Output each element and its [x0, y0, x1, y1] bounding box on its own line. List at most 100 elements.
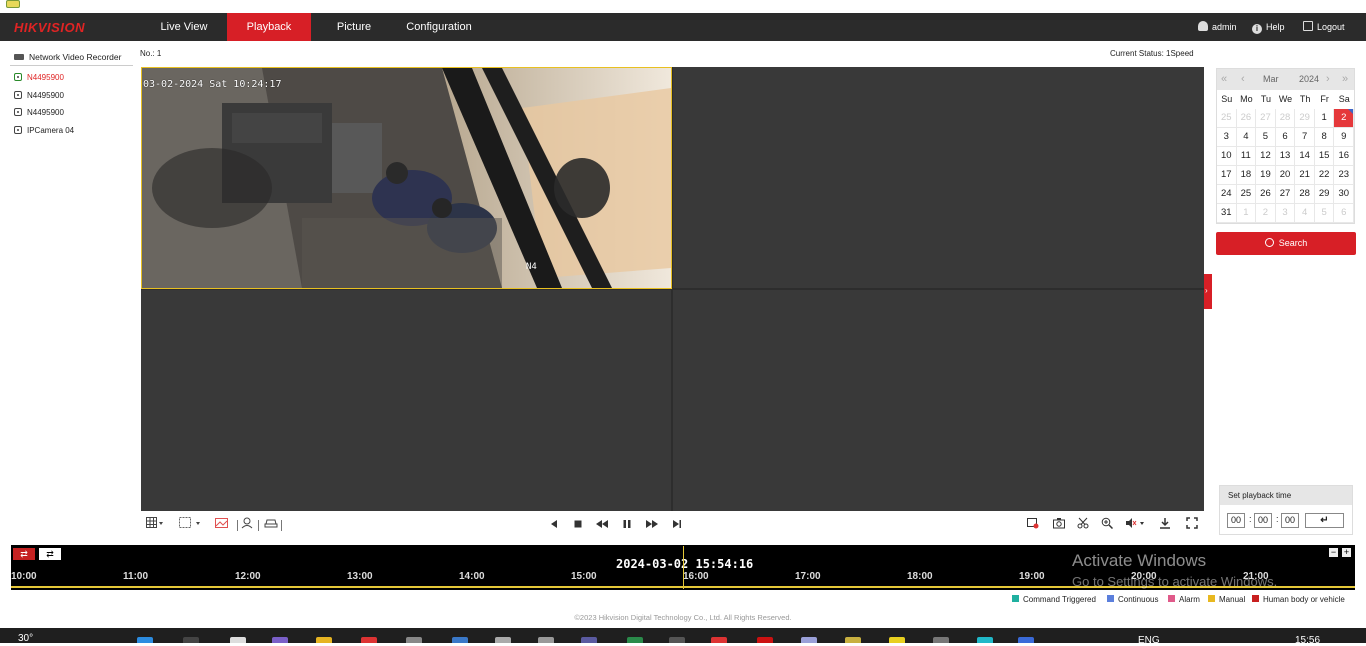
capture-button[interactable]: [1053, 513, 1065, 538]
timeline-cursor[interactable]: [683, 546, 684, 589]
calendar-day[interactable]: 5: [1256, 128, 1276, 147]
zoom-out-icon[interactable]: −: [1329, 548, 1338, 557]
app-icon[interactable]: [933, 637, 949, 643]
calendar-day[interactable]: 2: [1256, 204, 1276, 223]
app-icon[interactable]: [889, 637, 905, 643]
calendar-day[interactable]: 23: [1334, 166, 1355, 185]
next-month-icon[interactable]: ›: [1326, 73, 1330, 85]
file-explorer-icon[interactable]: [316, 637, 332, 643]
video-window-3[interactable]: [141, 290, 671, 511]
teams-app-icon[interactable]: [272, 637, 288, 643]
pause-button[interactable]: [622, 513, 632, 538]
tab-configuration[interactable]: Configuration: [397, 13, 481, 41]
tab-playback[interactable]: Playback: [227, 13, 311, 41]
calendar-day[interactable]: 30: [1334, 185, 1355, 204]
minute-input[interactable]: 00: [1254, 513, 1272, 528]
calendar-day[interactable]: 28: [1295, 185, 1315, 204]
calendar-day[interactable]: 16: [1334, 147, 1355, 166]
video-window-2[interactable]: [673, 67, 1204, 288]
calendar-day[interactable]: 2: [1334, 109, 1355, 128]
calendar-day[interactable]: 1: [1236, 204, 1257, 223]
calendar-day[interactable]: 12: [1256, 147, 1276, 166]
video-window-1[interactable]: 03-02-2024 Sat 10:24:17 N4: [141, 67, 672, 289]
calendar-day[interactable]: 25: [1217, 109, 1237, 128]
single-frame-button[interactable]: [672, 513, 682, 538]
calendar-day[interactable]: 29: [1314, 185, 1335, 204]
logout-link[interactable]: Logout: [1303, 13, 1345, 41]
calendar-day[interactable]: 27: [1275, 185, 1296, 204]
fullscreen-button[interactable]: [1186, 513, 1198, 538]
task-view-icon[interactable]: [230, 637, 246, 643]
calendar-day[interactable]: 18: [1236, 166, 1257, 185]
download-button[interactable]: [1159, 513, 1171, 538]
calendar-day[interactable]: 26: [1256, 185, 1276, 204]
audio-button[interactable]: [1125, 513, 1147, 538]
calendar-day[interactable]: 29: [1295, 109, 1315, 128]
reverse-play-button[interactable]: [549, 513, 559, 538]
calendar-day[interactable]: 10: [1217, 147, 1237, 166]
app-icon[interactable]: [977, 637, 993, 643]
calendar-day[interactable]: 13: [1275, 147, 1296, 166]
layout-select-button[interactable]: [146, 513, 164, 538]
calendar-day[interactable]: 19: [1256, 166, 1276, 185]
event-playback-button[interactable]: [215, 513, 229, 538]
chrome-app-icon[interactable]: [361, 637, 377, 643]
camera-item[interactable]: N4495900: [10, 104, 133, 122]
user-menu[interactable]: admin: [1198, 13, 1237, 41]
window-division-button[interactable]: [179, 513, 203, 538]
calendar-day[interactable]: 17: [1217, 166, 1237, 185]
calendar-day[interactable]: 3: [1217, 128, 1237, 147]
tab-live-view[interactable]: Live View: [142, 13, 226, 41]
excel-app-icon[interactable]: [627, 637, 643, 643]
app-icon[interactable]: [495, 637, 511, 643]
stop-all-button[interactable]: [1027, 513, 1039, 538]
hour-input[interactable]: 00: [1227, 513, 1245, 528]
calendar-day[interactable]: 26: [1236, 109, 1257, 128]
calendar-day[interactable]: 7: [1295, 128, 1315, 147]
vehicle-search-button[interactable]: [264, 513, 278, 538]
camera-item[interactable]: N4495900: [10, 87, 133, 105]
timeline-sync-button[interactable]: ⇄: [39, 548, 61, 560]
calendar-day[interactable]: 14: [1295, 147, 1315, 166]
calendar-day[interactable]: 6: [1275, 128, 1296, 147]
calendar-day[interactable]: 6: [1334, 204, 1355, 223]
windows-start-icon[interactable]: [137, 637, 153, 643]
search-taskbar-icon[interactable]: [183, 637, 199, 643]
tab-picture[interactable]: Picture: [312, 13, 396, 41]
digital-zoom-button[interactable]: [1101, 513, 1114, 538]
input-language[interactable]: ENG: [1138, 635, 1160, 646]
human-search-button[interactable]: [241, 513, 253, 538]
app-icon[interactable]: [669, 637, 685, 643]
app-icon[interactable]: [711, 637, 727, 643]
calendar-day[interactable]: 25: [1236, 185, 1257, 204]
fast-forward-button[interactable]: [646, 513, 658, 538]
prev-month-icon[interactable]: ‹: [1241, 73, 1245, 85]
second-input[interactable]: 00: [1281, 513, 1299, 528]
app-icon[interactable]: [1018, 637, 1034, 643]
calendar-day[interactable]: 9: [1334, 128, 1355, 147]
calendar-day[interactable]: 8: [1314, 128, 1335, 147]
prev-year-icon[interactable]: «: [1221, 73, 1227, 85]
app-icon[interactable]: [452, 637, 468, 643]
calendar-day[interactable]: 15: [1314, 147, 1335, 166]
calendar-day[interactable]: 11: [1236, 147, 1257, 166]
clip-button[interactable]: [1077, 513, 1089, 538]
taskbar-clock[interactable]: 15:56: [1295, 635, 1320, 646]
timeline-collapse-button[interactable]: ⇄: [13, 548, 35, 560]
calendar-day[interactable]: 21: [1295, 166, 1315, 185]
stop-button[interactable]: [573, 513, 583, 538]
calendar-day[interactable]: 20: [1275, 166, 1296, 185]
zoom-in-icon[interactable]: +: [1342, 548, 1351, 557]
app-icon[interactable]: [538, 637, 554, 643]
video-window-4[interactable]: [673, 290, 1204, 511]
app-icon[interactable]: [406, 637, 422, 643]
calendar-day[interactable]: 3: [1275, 204, 1296, 223]
app-icon[interactable]: [581, 637, 597, 643]
app-icon[interactable]: [801, 637, 817, 643]
next-year-icon[interactable]: »: [1342, 73, 1348, 85]
calendar-day[interactable]: 22: [1314, 166, 1335, 185]
help-link[interactable]: i Help: [1252, 13, 1285, 41]
calendar-day[interactable]: 24: [1217, 185, 1237, 204]
device-tree-root[interactable]: Network Video Recorder: [10, 48, 133, 66]
calendar-day[interactable]: 4: [1295, 204, 1315, 223]
